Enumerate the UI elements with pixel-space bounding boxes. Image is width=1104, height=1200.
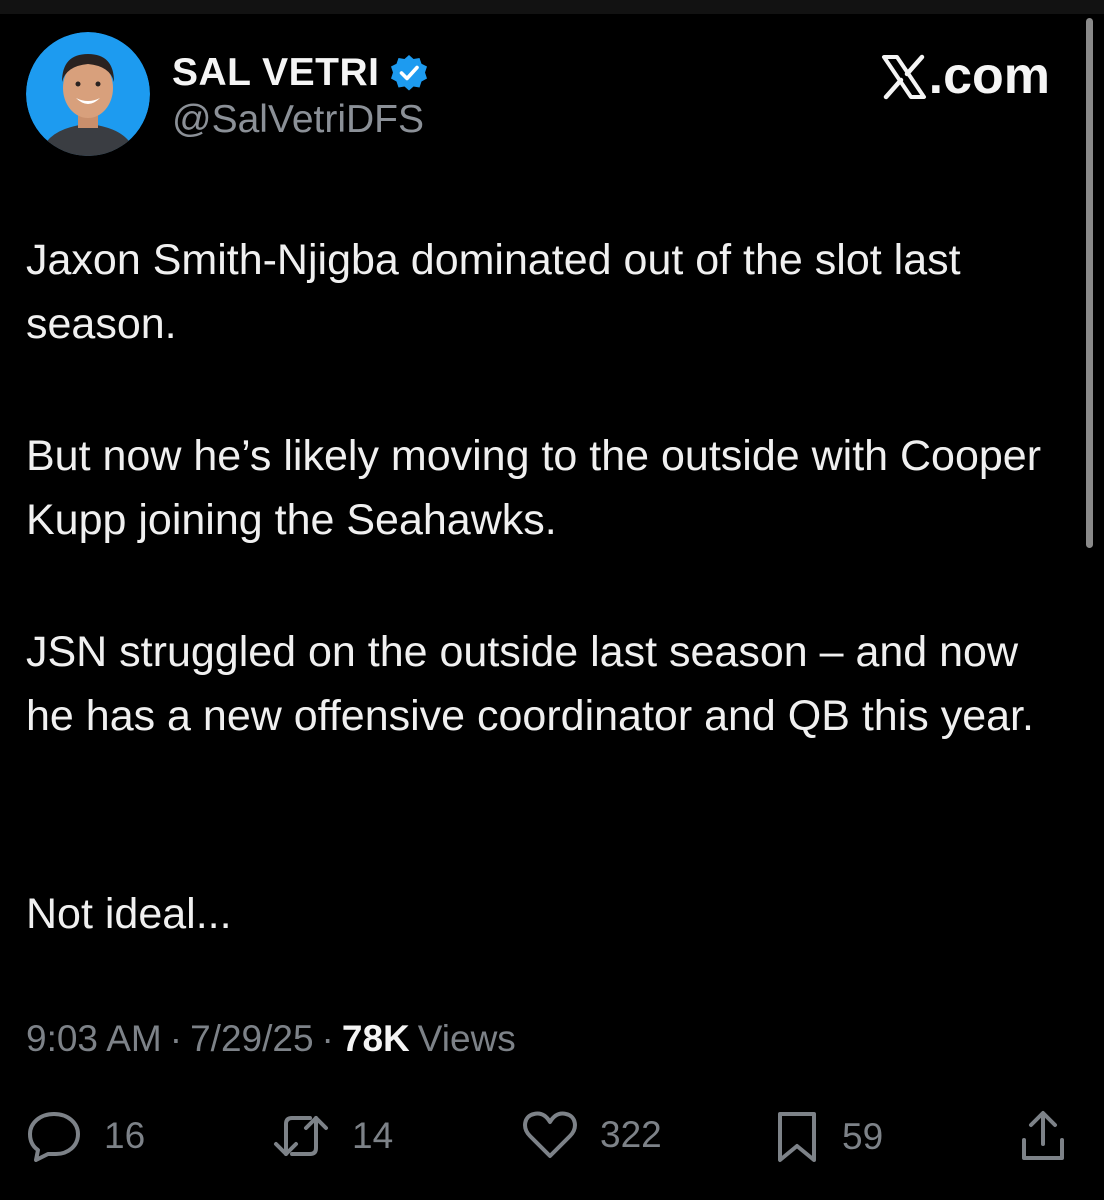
meta-separator: · [169,1018,183,1059]
author-name-row: SAL VETRI [172,48,429,98]
repost-count: 14 [352,1115,394,1156]
post-paragraph: JSN struggled on the outside last season… [26,628,1034,740]
author-name[interactable]: SAL VETRI [172,51,379,95]
author-handle[interactable]: @SalVetriDFS [172,98,424,142]
share-button[interactable] [1020,1110,1066,1164]
reply-icon [26,1110,82,1162]
brand-domain: .com [928,47,1050,105]
verified-badge-icon [389,53,429,93]
status-strip [0,0,1104,14]
share-icon [1020,1110,1066,1164]
repost-icon [272,1110,330,1162]
bookmark-icon [774,1110,820,1164]
views-label: Views [417,1018,516,1059]
meta-separator: · [321,1018,334,1059]
post-paragraph: Not ideal... [26,890,232,938]
brand-logo: .com [881,46,1050,106]
x-logo-icon [881,53,927,100]
repost-button[interactable]: 14 [272,1110,393,1162]
bookmark-count: 59 [842,1116,884,1157]
like-count: 322 [600,1114,662,1155]
bookmark-button[interactable]: 59 [774,1110,883,1164]
reply-button[interactable]: 16 [26,1110,145,1162]
avatar[interactable] [26,32,150,156]
reply-count: 16 [104,1115,146,1156]
post-paragraph: Jaxon Smith-Njigba dominated out of the … [26,236,961,348]
views-count: 78K [341,1018,410,1059]
post-paragraph: But now he’s likely moving to the outsid… [26,432,1042,544]
post-meta: 9:03 AM · 7/29/25 · 78K Views [26,1018,516,1060]
post-date[interactable]: 7/29/25 [190,1018,313,1060]
heart-icon [522,1110,578,1160]
like-button[interactable]: 322 [522,1110,662,1160]
action-bar: 16 14 322 59 [26,1110,1076,1170]
post-time[interactable]: 9:03 AM [26,1018,162,1060]
scrollbar[interactable] [1086,18,1093,548]
